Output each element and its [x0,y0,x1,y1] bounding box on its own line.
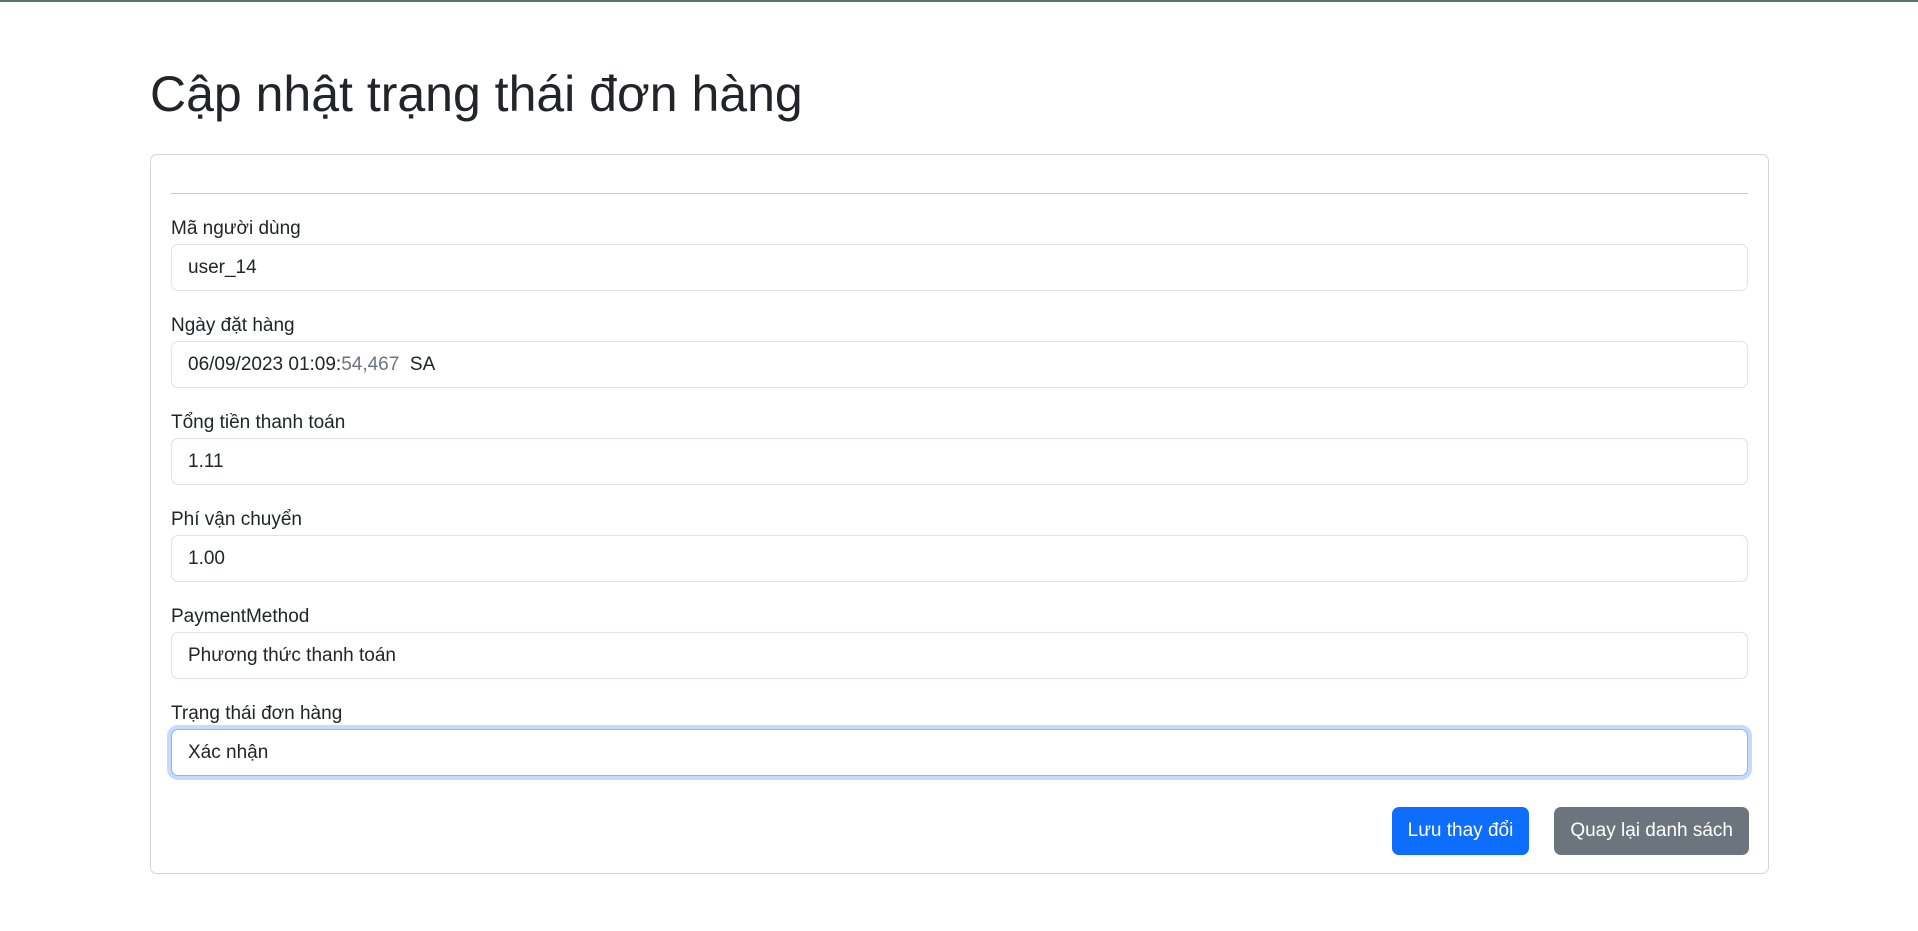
field-total: Tổng tiền thanh toán 1.11 [171,411,1748,485]
order-date-main: 06/09/2023 01:09: [188,354,342,375]
save-button[interactable]: Lưu thay đổi [1391,807,1530,855]
field-shipping-fee: Phí vận chuyển 1.00 [171,508,1748,582]
shipping-fee-label: Phí vận chuyển [171,509,302,530]
order-date-label: Ngày đặt hàng [171,315,295,336]
form-actions: Lưu thay đổi Quay lại danh sách [1391,807,1749,855]
payment-method-label: PaymentMethod [171,606,310,627]
order-status-label: Trạng thái đơn hàng [171,703,343,724]
divider [171,193,1748,194]
order-edit-card: Mã người dùng user_14 Ngày đặt hàng 06/0… [150,154,1769,874]
user-id-label: Mã người dùng [171,218,301,239]
order-status-input[interactable]: Xác nhận [171,729,1748,776]
field-user-id: Mã người dùng user_14 [171,217,1748,291]
shipping-fee-input[interactable]: 1.00 [171,535,1748,582]
field-order-status: Trạng thái đơn hàng Xác nhận [171,702,1748,776]
order-date-seconds: 54,467 [341,354,400,375]
field-order-date: Ngày đặt hàng 06/09/2023 01:09:54,467 SA [171,314,1748,388]
page-title: Cập nhật trạng thái đơn hàng [150,66,803,122]
back-to-list-button[interactable]: Quay lại danh sách [1554,807,1749,855]
total-input[interactable]: 1.11 [171,438,1748,485]
user-id-input[interactable]: user_14 [171,244,1748,291]
total-label: Tổng tiền thanh toán [171,412,346,433]
payment-method-input[interactable]: Phương thức thanh toán [171,632,1748,679]
field-payment-method: PaymentMethod Phương thức thanh toán [171,605,1748,679]
order-date-ampm: SA [409,354,436,375]
order-date-input[interactable]: 06/09/2023 01:09:54,467 SA [171,341,1748,388]
